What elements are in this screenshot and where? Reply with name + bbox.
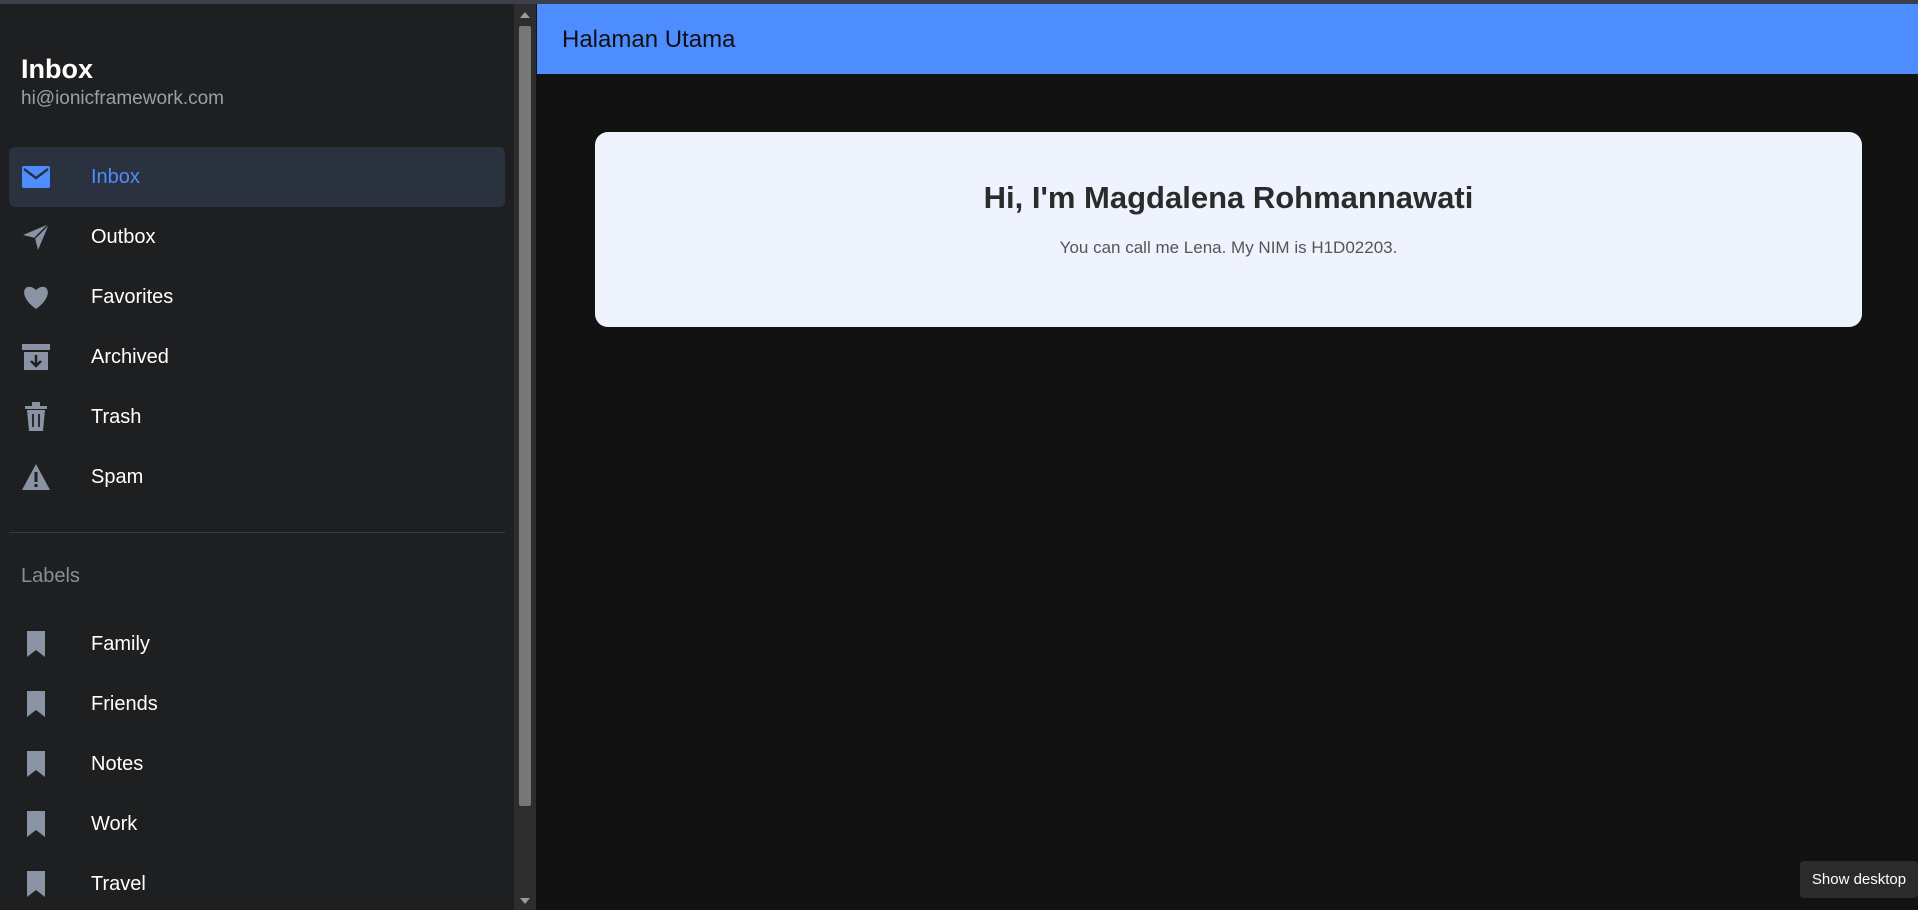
paper-plane-icon	[21, 222, 51, 252]
label-item-notes[interactable]: Notes	[9, 734, 505, 794]
mail-icon	[21, 162, 51, 192]
labels-heading: Labels	[21, 565, 80, 587]
bookmark-icon	[21, 629, 51, 659]
sidebar-item-label: Spam	[91, 466, 144, 488]
main-content: Hi, I'm Magdalena Rohmannawati You can c…	[537, 74, 1918, 910]
label-item-family[interactable]: Family	[9, 614, 505, 674]
sidebar-item-label: Outbox	[91, 226, 156, 248]
page-title: Halaman Utama	[562, 26, 736, 53]
sidebar-item-favorites[interactable]: Favorites	[9, 267, 505, 327]
labels-list: Family Friends Notes Work Travel	[9, 614, 505, 910]
trash-icon	[21, 402, 51, 432]
profile-card: Hi, I'm Magdalena Rohmannawati You can c…	[595, 132, 1862, 327]
show-desktop-tooltip: Show desktop	[1800, 861, 1918, 898]
label-item-label: Notes	[91, 753, 144, 775]
label-item-label: Family	[91, 633, 150, 655]
card-text: You can call me Lena. My NIM is H1D02203…	[1059, 238, 1398, 257]
scroll-up-arrow[interactable]	[520, 12, 530, 18]
warning-icon	[21, 462, 51, 492]
sidebar-divider	[9, 532, 505, 533]
label-item-label: Work	[91, 813, 138, 835]
sidebar-item-trash[interactable]: Trash	[9, 387, 505, 447]
label-item-friends[interactable]: Friends	[9, 674, 505, 734]
bookmark-icon	[21, 809, 51, 839]
sidebar-scrollbar[interactable]	[514, 4, 536, 910]
bookmark-icon	[21, 749, 51, 779]
sidebar-item-outbox[interactable]: Outbox	[9, 207, 505, 267]
label-item-label: Friends	[91, 693, 158, 715]
label-item-work[interactable]: Work	[9, 794, 505, 854]
sidebar-item-archived[interactable]: Archived	[9, 327, 505, 387]
sidebar-item-label: Archived	[91, 346, 169, 368]
bookmark-icon	[21, 869, 51, 899]
sidebar: Inbox hi@ionicframework.com Inbox Outbox…	[0, 4, 514, 910]
sidebar-subtitle: hi@ionicframework.com	[21, 88, 225, 109]
sidebar-menu: Inbox Outbox Favorites Archived Trash Sp…	[9, 147, 505, 507]
sidebar-item-label: Inbox	[91, 166, 140, 188]
scroll-thumb[interactable]	[519, 26, 531, 806]
bookmark-icon	[21, 689, 51, 719]
label-item-label: Travel	[91, 873, 146, 895]
sidebar-title: Inbox	[21, 54, 93, 84]
scroll-down-arrow[interactable]	[520, 898, 530, 904]
toolbar: Halaman Utama	[537, 4, 1918, 74]
label-item-travel[interactable]: Travel	[9, 854, 505, 910]
archive-icon	[21, 342, 51, 372]
sidebar-item-spam[interactable]: Spam	[9, 447, 505, 507]
sidebar-item-label: Trash	[91, 406, 142, 428]
card-title: Hi, I'm Magdalena Rohmannawati	[983, 180, 1474, 215]
sidebar-item-inbox[interactable]: Inbox	[9, 147, 505, 207]
heart-icon	[21, 282, 51, 312]
sidebar-item-label: Favorites	[91, 286, 174, 308]
